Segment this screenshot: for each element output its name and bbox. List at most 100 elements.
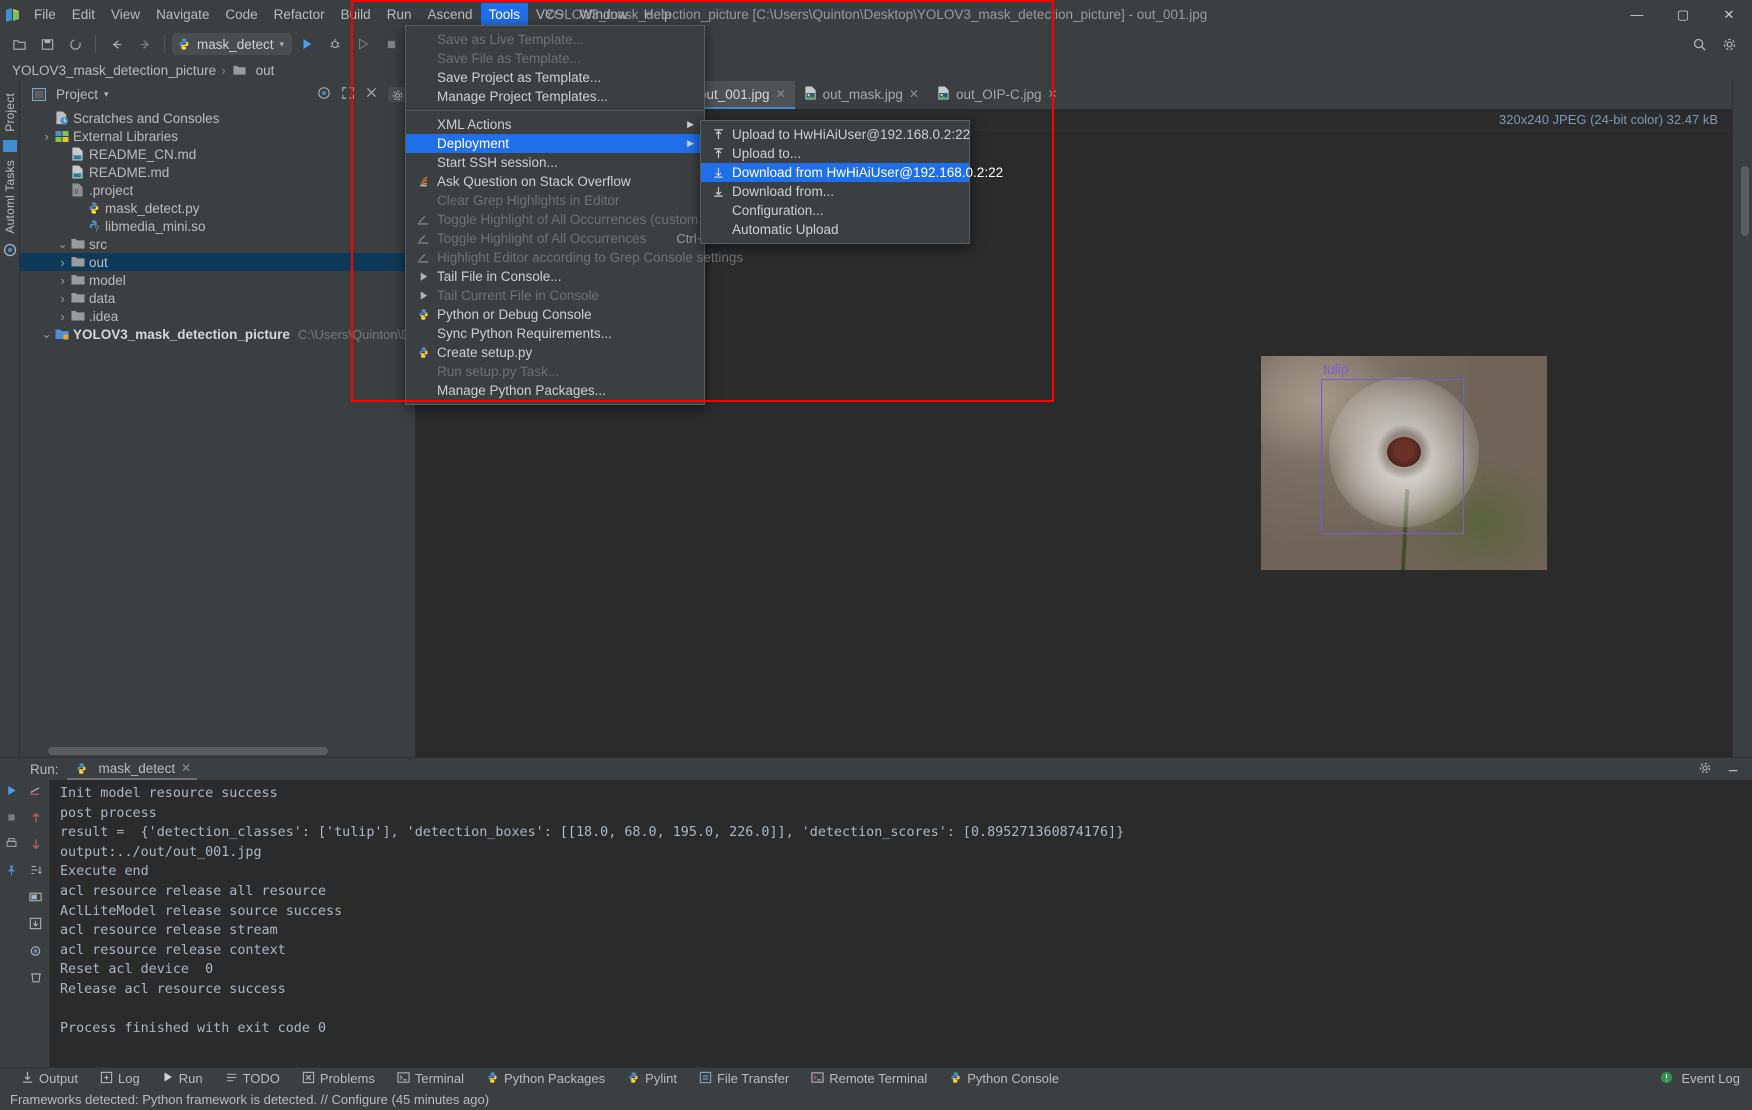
camera2-icon[interactable]	[28, 943, 43, 961]
chevron-right-icon[interactable]: ›	[56, 255, 69, 270]
tools-menu-item-manage-project-templates[interactable]: Manage Project Templates...	[406, 87, 704, 106]
project-tree[interactable]: Scratches and Consoles › External Librarie…	[20, 107, 415, 757]
tools-menu-item-tail-file-in-console[interactable]: Tail File in Console...	[406, 267, 704, 286]
editor-tab-out-oip-c-jpg[interactable]: out_OIP-C.jpg ✕	[928, 81, 1067, 109]
tools-menu-item-create-setup-py[interactable]: Create setup.py	[406, 343, 704, 362]
chevron-right-icon[interactable]: ›	[40, 129, 53, 144]
close-icon[interactable]: ✕	[1048, 87, 1058, 101]
close-icon[interactable]: ✕	[776, 87, 786, 101]
run-configuration-selector[interactable]: mask_detect ▾	[172, 33, 293, 55]
save-all-icon[interactable]	[34, 32, 60, 56]
menu-help[interactable]: Help	[636, 3, 680, 26]
scroll-up-icon[interactable]	[29, 811, 43, 828]
tools-menu-item-save-project-as-template[interactable]: Save Project as Template...	[406, 68, 704, 87]
menu-refactor[interactable]: Refactor	[266, 3, 333, 26]
maximize-button[interactable]: ▢	[1660, 0, 1706, 29]
tools-menu-item-deployment[interactable]: Deployment ▶	[406, 134, 704, 153]
menu-vcs[interactable]: VCS	[528, 3, 572, 26]
close-icon[interactable]: ✕	[909, 87, 919, 101]
back-icon[interactable]	[103, 32, 129, 56]
debug-button[interactable]	[322, 32, 348, 56]
menu-navigate[interactable]: Navigate	[148, 3, 217, 26]
bottom-tool-run[interactable]: Run	[151, 1068, 214, 1090]
menu-ascend[interactable]: Ascend	[419, 3, 480, 26]
export-icon[interactable]	[28, 916, 43, 934]
chevron-down-icon[interactable]: ⌄	[40, 327, 53, 341]
deployment-menu-item-upload-to...[interactable]: Upload to...	[701, 144, 969, 163]
deployment-menu-item-download-from...[interactable]: Download from...	[701, 182, 969, 201]
close-icon[interactable]: ✕	[181, 761, 191, 775]
tree-item-data[interactable]: › data	[20, 289, 415, 307]
tools-menu-item-python-or-debug-console[interactable]: Python or Debug Console	[406, 305, 704, 324]
tree-item--idea[interactable]: › .idea	[20, 307, 415, 325]
menu-file[interactable]: File	[26, 3, 64, 26]
event-log-label[interactable]: Event Log	[1681, 1071, 1740, 1086]
sync-icon[interactable]	[62, 32, 88, 56]
menu-window[interactable]: Window	[572, 3, 636, 26]
menu-build[interactable]: Build	[333, 3, 379, 26]
soft-wrap-icon[interactable]	[28, 784, 43, 802]
chevron-down-icon[interactable]: ▾	[104, 89, 109, 100]
breadcrumb-project[interactable]: YOLOV3_mask_detection_picture	[12, 63, 216, 78]
bottom-tool-python-packages[interactable]: Python Packages	[475, 1068, 616, 1090]
project-tree-hscrollbar[interactable]	[48, 747, 328, 755]
search-everywhere-icon[interactable]	[1686, 32, 1712, 56]
chevron-down-icon[interactable]: ⌄	[56, 237, 69, 251]
bottom-tool-todo[interactable]: TODO	[214, 1068, 291, 1090]
tools-menu-popup[interactable]: Save as Live Template... Save File as Tem…	[405, 25, 743, 405]
stop-icon[interactable]	[6, 811, 17, 826]
deployment-submenu-popup[interactable]: Upload to HwHiAiUser@192.168.0.2:22 Uploa…	[700, 120, 1003, 244]
expand-all-icon[interactable]	[341, 86, 355, 103]
clear-icon[interactable]	[29, 970, 43, 987]
chevron-right-icon[interactable]: ›	[56, 309, 69, 324]
chevron-right-icon[interactable]: ›	[56, 273, 69, 288]
menu-run[interactable]: Run	[379, 3, 420, 26]
tree-item--project[interactable]: {} .project	[20, 181, 415, 199]
editor-vscrollbar[interactable]	[1741, 166, 1749, 236]
menu-view[interactable]: View	[103, 3, 148, 26]
tree-item-external-libraries[interactable]: › External Libraries	[20, 127, 415, 145]
close-button[interactable]: ✕	[1706, 0, 1752, 29]
tree-item-libmedia-mini-so[interactable]: ? libmedia_mini.so	[20, 217, 415, 235]
bottom-tool-remote-terminal[interactable]: Remote Terminal	[800, 1068, 938, 1090]
tools-menu-item-xml-actions[interactable]: XML Actions ▶	[406, 115, 704, 134]
run-console-output[interactable]: Init model resource success post process r…	[50, 780, 1752, 1067]
menu-code[interactable]: Code	[217, 3, 265, 26]
pin-icon[interactable]	[5, 864, 18, 880]
run-button[interactable]	[294, 32, 320, 56]
bottom-tool-python-console[interactable]: Python Console	[938, 1068, 1070, 1090]
camera-icon[interactable]	[28, 889, 43, 907]
tools-menu-item-manage-python-packages[interactable]: Manage Python Packages...	[406, 381, 704, 400]
settings-icon[interactable]	[1716, 32, 1742, 56]
scroll-down-icon[interactable]	[29, 837, 43, 854]
tree-item-readme-cn-md[interactable]: MD README_CN.md	[20, 145, 415, 163]
tree-item-mask-detect-py[interactable]: mask_detect.py	[20, 199, 415, 217]
minimize-button[interactable]: —	[1614, 0, 1660, 29]
rerun-icon[interactable]	[5, 784, 18, 800]
bottom-tool-output[interactable]: Output	[10, 1068, 89, 1090]
deployment-menu-item-upload-to-hwhiaiuser@192.168.0.2:22[interactable]: Upload to HwHiAiUser@192.168.0.2:22	[701, 125, 970, 144]
menu-tools[interactable]: Tools	[480, 3, 529, 26]
bottom-tool-problems[interactable]: Problems	[291, 1068, 386, 1090]
tree-item-readme-md[interactable]: MD README.md	[20, 163, 415, 181]
tools-menu-item-ask-question-on-stack-overflow[interactable]: Ask Question on Stack Overflow	[406, 172, 704, 191]
chevron-down-icon[interactable]: ▾	[280, 39, 285, 50]
sort-icon[interactable]	[29, 863, 43, 880]
chevron-right-icon[interactable]: ›	[56, 291, 69, 306]
tree-item-scratches-and-consoles[interactable]: Scratches and Consoles	[20, 109, 415, 127]
sidebar-item-project[interactable]: Project	[3, 87, 17, 138]
tree-item-src[interactable]: ⌄ src	[20, 235, 415, 253]
run-coverage-button[interactable]	[350, 32, 376, 56]
run-tab-mask-detect[interactable]: mask_detect ✕	[66, 758, 198, 780]
breadcrumb-folder[interactable]: out	[256, 63, 275, 78]
print-icon[interactable]	[5, 837, 18, 853]
gear-icon[interactable]	[1698, 761, 1712, 778]
open-folder-icon[interactable]	[6, 32, 32, 56]
locate-icon[interactable]	[317, 86, 331, 103]
bottom-tool-file-transfer[interactable]: File Transfer	[688, 1068, 800, 1090]
menu-edit[interactable]: Edit	[64, 3, 103, 26]
tree-item-yolov3-mask-detection-picture[interactable]: ⌄ YOLOV3_mask_detection_picture C:\Users\Q…	[20, 325, 415, 343]
stop-button[interactable]	[378, 32, 404, 56]
deployment-menu-item-configuration...[interactable]: Configuration...	[701, 201, 969, 220]
editor-tab-out-mask-jpg[interactable]: out_mask.jpg ✕	[795, 81, 928, 109]
